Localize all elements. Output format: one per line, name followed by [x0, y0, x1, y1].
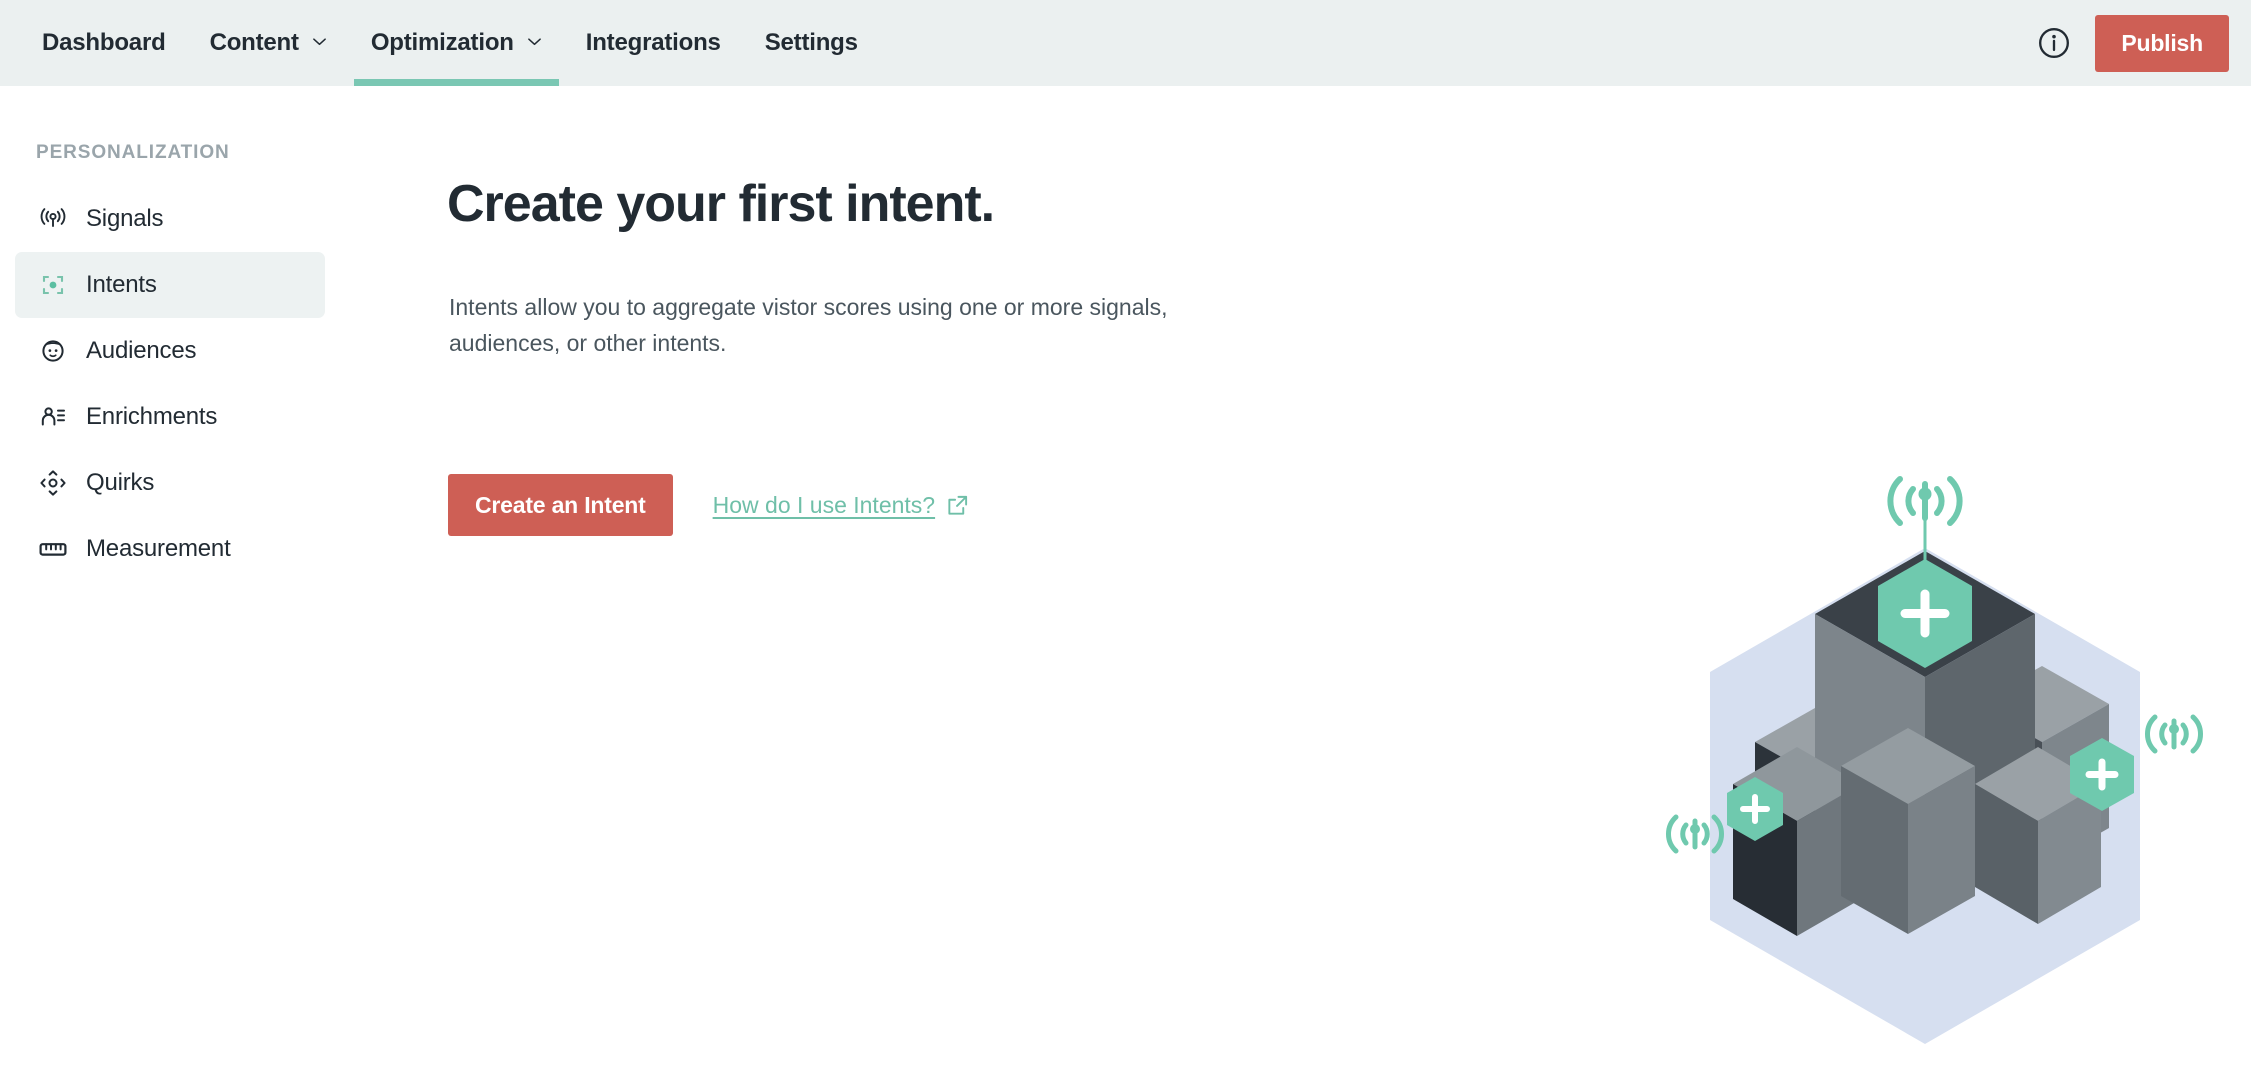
create-an-intent-button[interactable]: Create an Intent [448, 474, 673, 536]
sidebar-item-enrichments[interactable]: Enrichments [15, 384, 325, 450]
chevron-down-icon [312, 34, 327, 49]
building-right [1975, 666, 2109, 866]
main-nav: Dashboard Content Optimization Integrati… [20, 0, 880, 86]
sidebar-item-label: Intents [86, 271, 157, 298]
nav-item-settings[interactable]: Settings [743, 0, 880, 86]
building-right-short [1975, 747, 2101, 924]
nav-item-label: Settings [764, 29, 858, 56]
sidebar-item-label: Signals [86, 205, 164, 232]
nav-item-optimization[interactable]: Optimization [349, 0, 564, 86]
nav-item-integrations[interactable]: Integrations [564, 0, 743, 86]
hex-backdrop [1710, 548, 2140, 1044]
sidebar-item-measurement[interactable]: Measurement [15, 516, 325, 582]
antenna-dot-top [1918, 487, 1932, 501]
sidebar-item-intents[interactable]: Intents [15, 252, 325, 318]
nav-item-label: Content [209, 29, 299, 56]
how-do-i-use-intents-link[interactable]: How do I use Intents? [713, 492, 969, 519]
page-title: Create your first intent. [447, 175, 995, 233]
antenna-dot-right [2169, 724, 2179, 734]
chevron-down-icon [527, 34, 542, 49]
building-back-left [1755, 704, 1889, 886]
sidebar-item-label: Audiences [86, 337, 197, 364]
info-circle-icon[interactable] [2037, 26, 2071, 60]
building-front-left [1733, 747, 1861, 936]
nav-item-content[interactable]: Content [188, 0, 349, 86]
ruler-icon [38, 534, 68, 564]
sidebar-item-label: Quirks [86, 469, 155, 496]
sidebar-section-heading: PERSONALIZATION [36, 142, 230, 163]
badge-plus-top [1878, 559, 1972, 668]
sidebar-item-label: Enrichments [86, 403, 218, 430]
isometric-city-signals-illustration [1645, 466, 2245, 1076]
nav-item-label: Integrations [585, 29, 721, 56]
sidebar-item-label: Measurement [86, 535, 231, 562]
top-navigation-bar: Dashboard Content Optimization Integrati… [0, 0, 2251, 86]
target-focus-icon [38, 270, 68, 300]
arrows-move-icon [38, 468, 68, 498]
signal-antenna-right [2145, 714, 2203, 754]
nav-item-label: Dashboard [42, 29, 166, 56]
help-link-label: How do I use Intents? [712, 491, 936, 518]
signal-antenna-top [1887, 476, 1963, 526]
publish-button[interactable]: Publish [2095, 14, 2229, 72]
page-actions: Create an Intent How do I use Intents? [448, 474, 969, 536]
badge-plus-right [2070, 738, 2134, 811]
person-face-icon [38, 336, 68, 366]
main-content: Create your first intent. Intents allow … [340, 86, 2251, 1076]
page-description: Intents allow you to aggregate vistor sc… [449, 294, 1168, 356]
nav-item-label: Optimization [370, 29, 514, 56]
sidebar-item-audiences[interactable]: Audiences [15, 318, 325, 384]
nav-item-dashboard[interactable]: Dashboard [20, 0, 188, 86]
external-link-icon [946, 494, 969, 517]
sidebar-item-signals[interactable]: Signals [15, 186, 325, 252]
topbar-actions: Publish [2037, 0, 2229, 86]
antenna-dot-left [1690, 824, 1700, 834]
signal-antenna-left [1666, 814, 1724, 854]
signal-broadcast-icon [38, 204, 68, 234]
building-center-tall [1815, 551, 2035, 896]
sidebar-item-quirks[interactable]: Quirks [15, 450, 325, 516]
sidebar: PERSONALIZATION Signals Intents Audience… [0, 86, 340, 1076]
badge-plus-left [1727, 777, 1783, 841]
building-front-center [1841, 728, 1975, 934]
user-list-icon [38, 402, 68, 432]
